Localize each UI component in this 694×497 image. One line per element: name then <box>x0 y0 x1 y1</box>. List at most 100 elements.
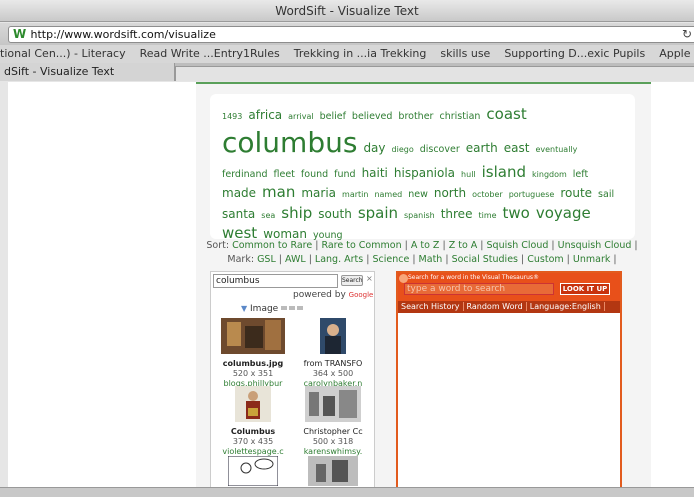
cloud-word[interactable]: two <box>503 203 530 223</box>
word-cloud: 1493 africa arrival belief believed brother ch… <box>210 94 635 242</box>
cloud-word[interactable]: route <box>560 185 592 201</box>
image-size-icon[interactable] <box>281 305 304 311</box>
thesaurus-search-input[interactable]: type a word to search <box>404 283 554 295</box>
bookmark-item[interactable]: tional Cen...) - Literacy <box>0 47 126 60</box>
reload-icon[interactable]: ↻ <box>682 27 692 41</box>
cloud-word[interactable]: new <box>408 189 428 202</box>
cloud-word[interactable]: three <box>441 206 473 222</box>
image-result[interactable]: columbus.jpg 520 x 351 blogs.phillybur <box>213 318 293 389</box>
image-result[interactable] <box>213 455 293 487</box>
cloud-word[interactable]: hispaniola <box>394 165 455 181</box>
cloud-word[interactable]: found <box>301 169 328 182</box>
mark-math[interactable]: Math <box>419 254 443 265</box>
look-it-up-button[interactable]: LOOK IT UP <box>560 283 610 295</box>
tab-empty[interactable] <box>175 66 694 81</box>
image-search-input[interactable]: columbus <box>213 274 338 288</box>
cloud-word[interactable]: arrival <box>288 112 313 123</box>
sort-a-to-z[interactable]: A to Z <box>411 240 440 251</box>
cloud-word[interactable]: ferdinand <box>222 169 268 182</box>
unsquish-cloud-link[interactable]: Unsquish Cloud <box>558 240 632 251</box>
cloud-word[interactable]: time <box>478 211 496 222</box>
bookmarks-bar: tional Cen...) - Literacy Read Write ...E… <box>0 45 694 63</box>
cloud-word[interactable]: hull <box>461 170 476 181</box>
thesaurus-hint: Search for a word in the Visual Thesauru… <box>408 274 540 281</box>
image-results-toggle[interactable]: ▼ Image <box>241 304 304 314</box>
cloud-word[interactable]: earth <box>466 140 498 156</box>
cloud-word[interactable]: voyage <box>536 203 591 223</box>
mark-lang-arts[interactable]: Lang. Arts <box>315 254 363 265</box>
cloud-word[interactable]: ship <box>281 203 312 223</box>
cloud-word[interactable]: believed <box>352 111 393 124</box>
cloud-word[interactable]: kingdom <box>532 170 567 181</box>
mark-custom[interactable]: Custom <box>527 254 563 265</box>
cloud-word[interactable]: left <box>573 169 588 182</box>
clear-search-icon[interactable]: × <box>366 274 373 283</box>
bookmark-item[interactable]: Trekking in ...ia Trekking <box>294 47 427 60</box>
cloud-word[interactable]: 1493 <box>222 112 242 123</box>
bookmark-item[interactable]: skills use <box>440 47 490 60</box>
cloud-word[interactable]: made <box>222 185 256 201</box>
bookmark-item[interactable]: Supporting D...exic Pupils <box>504 47 645 60</box>
mark-social-studies[interactable]: Social Studies <box>452 254 518 265</box>
cloud-word[interactable]: diego <box>392 145 414 156</box>
bookmark-item[interactable]: Read Write ...Entry1Rules <box>140 47 280 60</box>
cloud-word[interactable]: columbus <box>222 124 357 162</box>
mark-gsl[interactable]: GSL <box>257 254 276 265</box>
status-bar <box>0 487 694 497</box>
tab-wordsift[interactable]: dSift - Visualize Text <box>0 63 175 81</box>
cloud-word[interactable]: day <box>363 140 385 156</box>
image-search-button[interactable]: Search <box>341 275 363 286</box>
mark-awl[interactable]: AWL <box>285 254 306 265</box>
cloud-word[interactable]: october <box>472 190 503 201</box>
cloud-word[interactable]: sea <box>261 211 275 222</box>
cloud-word[interactable]: spanish <box>404 211 435 222</box>
cartoon-sketch-thumb[interactable] <box>227 455 279 487</box>
squish-cloud-link[interactable]: Squish Cloud <box>487 240 549 251</box>
cloud-word[interactable]: africa <box>248 107 282 123</box>
google-logo: Google <box>348 291 374 299</box>
triangle-down-icon: ▼ <box>241 304 248 313</box>
cloud-word[interactable]: belief <box>320 111 346 124</box>
image-result[interactable]: Christopher Cc 500 x 318 karenswhimsy. <box>293 386 373 457</box>
cloud-word[interactable]: east <box>504 140 530 156</box>
christopher-columbus-engraving-thumb[interactable] <box>305 386 361 422</box>
mark-unmark[interactable]: Unmark <box>573 254 610 265</box>
columbus-figure-thumb[interactable] <box>235 386 271 422</box>
cloud-word[interactable]: portuguese <box>509 190 555 201</box>
cloud-word[interactable]: man <box>262 182 295 202</box>
cloud-word[interactable]: north <box>434 185 466 201</box>
image-result[interactable] <box>293 456 373 487</box>
tab-search-history[interactable]: Search History <box>398 302 464 311</box>
cloud-word[interactable]: coast <box>486 104 526 124</box>
sort-common-to-rare[interactable]: Common to Rare <box>232 240 312 251</box>
cloud-word[interactable]: maria <box>301 185 336 201</box>
cloud-word[interactable]: south <box>318 206 352 222</box>
cloud-word[interactable]: fund <box>334 169 355 182</box>
sort-rare-to-common[interactable]: Rare to Common <box>321 240 401 251</box>
cloud-word[interactable]: sail <box>598 189 614 202</box>
image-result[interactable]: from TRANSFO 364 x 500 carolynbaker.n <box>293 318 373 389</box>
tab-language[interactable]: Language:English <box>526 302 605 311</box>
cloud-word[interactable]: island <box>482 162 526 182</box>
image-result[interactable]: Columbus 370 x 435 violettespage.c <box>213 386 293 457</box>
tab-random-word[interactable]: Random Word <box>463 302 527 311</box>
columbus-painting-thumb[interactable] <box>221 318 285 354</box>
address-bar[interactable]: W http://www.wordsift.com/visualize <box>8 26 694 43</box>
cloud-word[interactable]: christian <box>439 111 480 124</box>
cloud-word[interactable]: eventually <box>535 145 577 156</box>
bookmark-item[interactable]: Apple <box>659 47 690 60</box>
cloud-word[interactable]: santa <box>222 206 255 222</box>
image-title: Christopher Cc <box>303 427 363 436</box>
cloud-word[interactable]: named <box>374 190 402 201</box>
cloud-word[interactable]: haiti <box>362 165 388 181</box>
columbus-portrait-thumb[interactable] <box>320 318 346 354</box>
cloud-word[interactable]: fleet <box>274 169 295 182</box>
ships-engraving-thumb[interactable] <box>308 456 358 486</box>
image-toggle-label: Image <box>250 304 279 314</box>
cloud-word[interactable]: spain <box>358 203 398 223</box>
cloud-word[interactable]: brother <box>398 111 433 124</box>
sort-z-to-a[interactable]: Z to A <box>449 240 478 251</box>
cloud-word[interactable]: discover <box>420 144 460 157</box>
mark-science[interactable]: Science <box>372 254 409 265</box>
cloud-word[interactable]: martin <box>342 190 368 201</box>
